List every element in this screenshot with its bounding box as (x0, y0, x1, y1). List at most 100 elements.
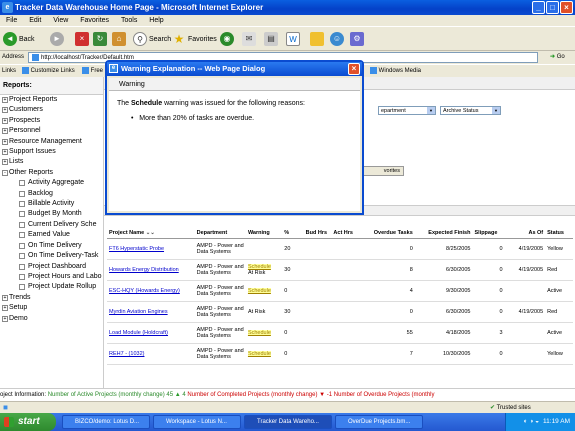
clock: 11:19 AM (543, 418, 570, 425)
address-label: Address (2, 54, 25, 60)
project-name-link[interactable]: Myrdin Aviation Engines (109, 309, 168, 315)
minimize-button[interactable]: _ (532, 1, 545, 14)
project-name-link[interactable]: ESC-HQY (Howards Energy) (109, 288, 180, 294)
archive-status-select[interactable]: Archive Status ▼ (440, 106, 501, 115)
expand-icon[interactable]: + (2, 149, 8, 156)
menu-favorites[interactable]: Favorites (80, 17, 109, 24)
edit-button[interactable]: W (286, 31, 302, 48)
favorites-button[interactable]: ★ Favorites (172, 31, 217, 48)
percent-cell: 20 (282, 238, 304, 260)
dialog-title-bar: e Warning Explanation -- Web Page Dialog… (107, 62, 362, 76)
page-icon (32, 53, 39, 61)
media-button[interactable]: ◉ (220, 31, 236, 48)
project-name-link[interactable]: Load Module (Holdcraft) (109, 330, 168, 336)
taskbar-item-lotus-demo[interactable]: BIZCO/demo: Lotus D... (62, 415, 150, 429)
sidebar-item[interactable]: + Support Issues (0, 147, 103, 157)
project-name-link[interactable]: REH7 - (1032) (109, 351, 144, 357)
back-button[interactable]: ◄ Back (3, 31, 35, 48)
sidebar-item[interactable]: + Setup (0, 303, 103, 313)
dialog-close-button[interactable]: × (348, 63, 360, 75)
home-button[interactable]: ⌂ (112, 31, 128, 48)
ie-icon: e (2, 2, 13, 13)
tray-icons: ◐ ◑ ◒ (523, 418, 540, 425)
sidebar-item[interactable]: + Personnel (0, 126, 103, 136)
col-bud-hrs: Bud Hrs (303, 228, 332, 239)
sidebar-item[interactable]: Earned Value (0, 230, 103, 240)
menu-help[interactable]: Help (149, 17, 163, 24)
close-button[interactable]: × (560, 1, 573, 14)
sidebar-item[interactable]: On Time Delivery (0, 241, 103, 251)
taskbar-item-lotus-workspace[interactable]: Workspace - Lotus N... (153, 415, 241, 429)
sidebar-item-label: Setup (9, 304, 28, 312)
project-name-link[interactable]: Howards Energy Distribution (109, 267, 179, 273)
expand-icon[interactable]: + (2, 294, 8, 301)
mail-button[interactable]: ✉ (242, 31, 258, 48)
sidebar-item[interactable]: Billable Activity (0, 199, 103, 209)
report-icon (19, 253, 25, 260)
slippage-cell: 3 (472, 322, 505, 344)
taskbar-item-tracker[interactable]: Tracker Data Wareho... (244, 415, 332, 429)
col-slippage: Slippage (472, 228, 505, 239)
status-cell: Active (545, 280, 573, 302)
status-cell: Yellow (545, 238, 573, 260)
menu-file[interactable]: File (6, 17, 17, 24)
sidebar-item[interactable]: - Other Reports (0, 168, 103, 178)
col-project-name[interactable]: Project Name ⌄⌄ (107, 228, 195, 239)
forward-button[interactable]: ► (50, 31, 66, 48)
menu-tools[interactable]: Tools (121, 17, 137, 24)
sort-chevron-icon[interactable]: ⌄⌄ (146, 230, 155, 236)
add-favorites-button[interactable]: vorites (362, 166, 404, 176)
warning-schedule-link[interactable]: Schedule (247, 351, 271, 357)
start-button[interactable]: start (0, 413, 56, 431)
bud-hrs-cell (303, 343, 332, 365)
stop-button[interactable]: × (75, 31, 91, 48)
collapse-icon[interactable]: - (2, 169, 8, 176)
sidebar-item[interactable]: Project Update Rollup (0, 282, 103, 292)
project-name-link[interactable]: FT6 Hyperstatic Probe (109, 246, 164, 252)
sidebar-item[interactable]: + Resource Management (0, 137, 103, 147)
sidebar-item[interactable]: Backlog (0, 189, 103, 199)
maximize-button[interactable]: □ (546, 1, 559, 14)
sidebar-item[interactable]: Budget By Month (0, 209, 103, 219)
dialog-reason-item: • More than 20% of tasks are overdue. (131, 115, 255, 122)
search-button[interactable]: ⚲ Search (133, 31, 171, 48)
expand-icon[interactable]: + (2, 97, 8, 103)
sidebar-item[interactable]: Project Hours and Labo (0, 272, 103, 282)
sidebar-item[interactable]: + Prospects (0, 116, 103, 126)
menu-view[interactable]: View (53, 17, 68, 24)
expand-icon[interactable]: + (2, 107, 8, 114)
discuss-button[interactable] (310, 31, 326, 48)
sidebar-item[interactable]: + Customers (0, 105, 103, 115)
go-button[interactable]: ➜ Go (550, 51, 565, 64)
sidebar-item[interactable]: Current Delivery Sche (0, 220, 103, 230)
expand-icon[interactable]: + (2, 117, 8, 124)
menu-edit[interactable]: Edit (29, 17, 41, 24)
sidebar-item[interactable]: On Time Delivery-Task (0, 251, 103, 261)
sidebar-item-label: Current Delivery Sche (28, 220, 97, 228)
sidebar-item[interactable]: Activity Aggregate (0, 178, 103, 188)
department-cell: AMPD - Power and Data Systems (194, 322, 246, 344)
refresh-button[interactable]: ↻ (93, 31, 109, 48)
warning-schedule-link[interactable]: Schedule (247, 288, 271, 294)
word-icon: W (286, 32, 300, 47)
warning-schedule-link[interactable]: Schedule (247, 330, 271, 336)
expected-finish-cell: 8/25/2005 (414, 238, 473, 260)
expand-icon[interactable]: + (2, 159, 8, 166)
department-select[interactable]: epartment ▼ (378, 106, 436, 115)
expand-icon[interactable]: + (2, 138, 8, 145)
sidebar-item[interactable]: Project Dashboard (0, 262, 103, 272)
link-page-icon (22, 66, 29, 74)
print-button[interactable]: ▤ (264, 31, 280, 48)
sidebar-item[interactable]: + Project Reports (0, 95, 103, 105)
expand-icon[interactable]: + (2, 315, 8, 322)
slippage-cell: 0 (472, 238, 505, 260)
expand-icon[interactable]: + (2, 128, 8, 135)
sidebar-item[interactable]: + Lists (0, 157, 103, 167)
sidebar-item[interactable]: + Demo (0, 314, 103, 324)
research-button[interactable]: ⚙ (350, 31, 366, 48)
messenger-button[interactable]: ☺ (330, 31, 346, 48)
expand-icon[interactable]: + (2, 305, 8, 312)
sidebar-item-label: Trends (9, 293, 31, 301)
sidebar-item[interactable]: + Trends (0, 293, 103, 303)
taskbar-item-overdue-bmp[interactable]: OverDue Projects.bm... (335, 415, 423, 429)
